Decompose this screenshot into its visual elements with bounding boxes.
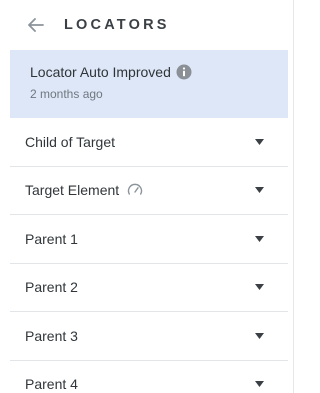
caret-down-icon[interactable] bbox=[254, 138, 264, 146]
notice-title: Locator Auto Improved bbox=[30, 64, 171, 80]
locator-row-parent-2[interactable]: Parent 2 bbox=[10, 264, 288, 312]
locator-row-parent-3[interactable]: Parent 3 bbox=[10, 312, 288, 361]
gauge-icon bbox=[127, 182, 143, 198]
caret-down-icon[interactable] bbox=[254, 380, 264, 388]
locator-label: Parent 1 bbox=[25, 230, 78, 247]
locators-panel: LOCATORS Locator Auto Improved 2 months … bbox=[0, 0, 294, 393]
locator-row-parent-4[interactable]: Parent 4 bbox=[10, 361, 288, 393]
locator-row-left: Parent 1 bbox=[25, 231, 78, 247]
locator-row-left: Child of Target bbox=[25, 134, 115, 150]
locator-row-child-of-target[interactable]: Child of Target bbox=[10, 118, 288, 167]
caret-down-icon[interactable] bbox=[254, 235, 264, 243]
caret-down-icon[interactable] bbox=[254, 332, 264, 340]
page-title: LOCATORS bbox=[64, 17, 170, 33]
locator-row-left: Parent 4 bbox=[25, 376, 78, 392]
arrow-left-icon bbox=[28, 18, 44, 32]
locator-row-left: Target Element bbox=[25, 182, 143, 198]
caret-down-icon[interactable] bbox=[254, 283, 264, 291]
locator-label: Parent 3 bbox=[25, 327, 78, 344]
locator-row-left: Parent 2 bbox=[25, 279, 78, 295]
caret-down-icon[interactable] bbox=[254, 186, 264, 194]
locator-row-target-element[interactable]: Target Element bbox=[10, 167, 288, 215]
locator-row-left: Parent 3 bbox=[25, 328, 78, 344]
notice-title-row: Locator Auto Improved bbox=[30, 64, 288, 80]
locator-label: Parent 2 bbox=[25, 279, 78, 296]
info-icon[interactable] bbox=[176, 64, 192, 80]
locator-row-parent-1[interactable]: Parent 1 bbox=[10, 215, 288, 264]
locator-label: Target Element bbox=[25, 182, 120, 199]
locator-label: Child of Target bbox=[25, 133, 116, 150]
locator-label: Parent 4 bbox=[25, 376, 78, 393]
notice-timestamp: 2 months ago bbox=[30, 87, 103, 101]
locators-header: LOCATORS bbox=[0, 0, 293, 50]
auto-improved-notice: Locator Auto Improved 2 months ago bbox=[10, 50, 288, 118]
locator-list: Child of Target Target Element Parent 1 … bbox=[10, 118, 288, 393]
back-button[interactable] bbox=[26, 15, 46, 35]
